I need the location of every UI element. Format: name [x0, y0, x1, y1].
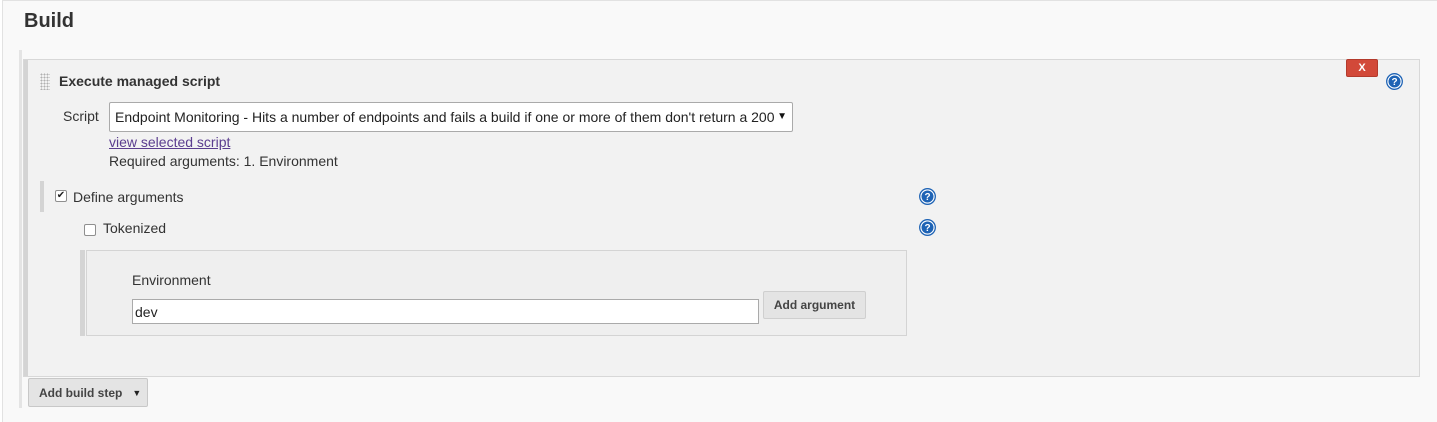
step-left-bar	[24, 60, 28, 376]
environment-label: Environment	[132, 272, 211, 288]
script-label: Script	[63, 108, 99, 124]
section-title: Build	[24, 10, 74, 32]
svg-text:?: ?	[924, 192, 930, 203]
required-arguments-text: Required arguments: 1. Environment	[109, 153, 338, 169]
tokenized-label: Tokenized	[103, 220, 167, 236]
define-arguments-checkbox[interactable]: ✔	[55, 190, 67, 202]
tokenized-checkbox[interactable]	[84, 224, 96, 236]
build-step-execute-managed-script: Execute managed script X ? Script Endpoi…	[23, 59, 1420, 377]
step-help-icon[interactable]: ?	[1386, 73, 1403, 90]
step-title: Execute managed script	[59, 73, 221, 89]
environment-input[interactable]	[132, 299, 759, 324]
add-argument-button[interactable]: Add argument	[763, 291, 866, 319]
svg-text:?: ?	[924, 223, 930, 234]
drag-handle-icon[interactable]	[40, 73, 50, 90]
dropdown-arrow-icon: ▼	[777, 111, 787, 122]
add-build-step-label: Add build step	[39, 385, 123, 400]
define-arguments-label: Define arguments	[73, 189, 184, 205]
section-indent-bar	[19, 50, 22, 408]
build-page: Build Execute managed script X ? Script …	[2, 0, 1437, 422]
define-arguments-help-icon[interactable]: ?	[919, 188, 936, 205]
define-arguments-bar	[40, 181, 44, 212]
script-selected-value: Endpoint Monitoring - Hits a number of e…	[115, 109, 775, 125]
script-select[interactable]: Endpoint Monitoring - Hits a number of e…	[109, 102, 793, 132]
caret-down-icon: ▼	[132, 387, 142, 398]
view-selected-script-link[interactable]: view selected script	[109, 134, 230, 150]
arguments-bar	[80, 250, 85, 336]
delete-step-button[interactable]: X	[1346, 59, 1378, 77]
tokenized-help-icon[interactable]: ?	[919, 219, 936, 236]
add-build-step-button[interactable]: Add build step ▼	[28, 378, 148, 407]
svg-text:?: ?	[1391, 77, 1397, 88]
